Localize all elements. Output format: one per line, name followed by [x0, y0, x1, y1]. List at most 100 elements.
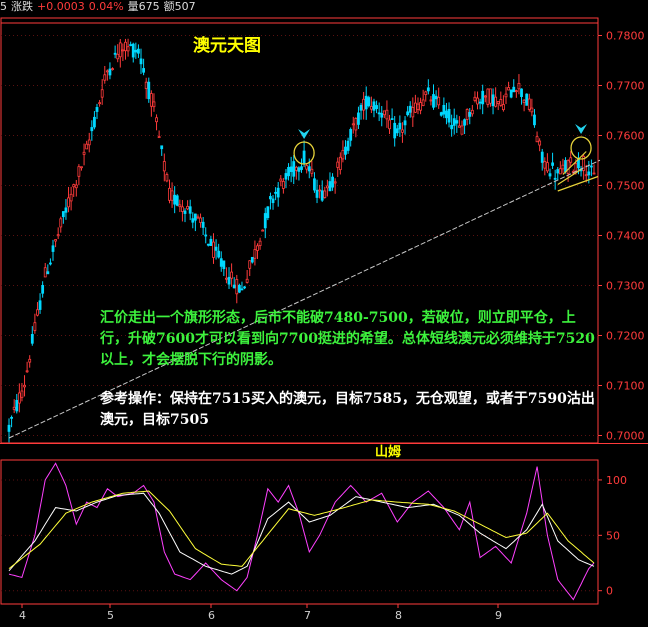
candle-body: [85, 143, 89, 150]
candle-body: [561, 164, 565, 170]
candlestick: [12, 399, 16, 414]
candlestick: [478, 98, 482, 110]
candlestick: [266, 206, 270, 221]
x-tick-label: 8: [395, 609, 402, 622]
candle-body: [162, 161, 166, 172]
candlestick: [51, 239, 55, 261]
candlestick: [269, 192, 272, 210]
candle-body: [507, 87, 510, 91]
candle-body: [113, 52, 117, 55]
candle-body: [248, 260, 252, 269]
candlestick: [183, 208, 187, 223]
candle-body: [209, 238, 213, 246]
candle-body: [258, 240, 262, 247]
candle-body: [240, 288, 244, 291]
candlestick: [590, 159, 593, 177]
candlestick: [253, 240, 257, 266]
candlestick: [313, 172, 316, 193]
candlestick: [530, 98, 534, 117]
candle-body: [41, 285, 45, 294]
candlestick: [333, 178, 337, 194]
candle-body: [121, 49, 125, 52]
candlestick: [256, 243, 259, 259]
candlestick: [346, 137, 350, 154]
y-tick-label: 0.7300: [606, 280, 645, 293]
candlestick: [351, 116, 355, 134]
period-prefix: 5: [0, 0, 7, 13]
candlestick: [261, 229, 265, 232]
candle-body: [199, 217, 202, 223]
candle-body: [222, 260, 226, 270]
candlestick: [318, 184, 322, 199]
candlestick: [367, 95, 371, 108]
candle-body: [266, 206, 270, 219]
candle-body: [450, 124, 454, 130]
candlestick: [175, 194, 179, 207]
candlestick: [476, 91, 479, 110]
candlestick: [411, 97, 415, 127]
candlestick: [403, 116, 407, 135]
candle-body: [237, 284, 241, 293]
candlestick: [442, 97, 446, 119]
candle-body: [59, 218, 63, 228]
candlestick: [28, 355, 32, 368]
candlestick: [186, 200, 190, 211]
candle-body: [15, 399, 19, 412]
candle-body: [134, 49, 138, 53]
candle-body: [514, 90, 518, 93]
candlestick: [483, 94, 487, 103]
candlestick: [408, 101, 412, 118]
candle-body: [25, 370, 29, 373]
candle-body: [183, 210, 187, 214]
candle-body: [103, 74, 107, 81]
candle-body: [584, 174, 588, 177]
candlestick: [69, 186, 73, 211]
candlestick: [105, 69, 109, 81]
candle-body: [69, 193, 73, 202]
candlestick: [222, 260, 226, 277]
candlestick: [535, 131, 539, 143]
candle-body: [175, 195, 179, 206]
candlestick: [364, 86, 368, 120]
candlestick: [237, 283, 241, 294]
candle-body: [398, 122, 402, 130]
candlestick: [447, 102, 451, 128]
candle-body: [217, 250, 221, 258]
candle-body: [442, 104, 446, 115]
candlestick: [520, 88, 523, 105]
candlestick: [64, 199, 68, 220]
candle-body: [181, 206, 184, 212]
candlestick: [377, 102, 381, 122]
candle-body: [168, 187, 171, 201]
candlestick: [305, 163, 309, 174]
candle-body: [522, 99, 526, 103]
candlestick: [263, 207, 267, 239]
candlestick: [538, 138, 542, 152]
candle-body: [447, 108, 451, 123]
candle-body: [74, 184, 78, 189]
candle-body: [439, 112, 443, 116]
candle-body: [362, 98, 366, 111]
candlestick: [491, 88, 495, 115]
candlestick: [134, 42, 138, 59]
quote-status-bar: 5 涨跌 +0.0003 0.04% 量675 额507: [0, 0, 648, 16]
candlestick: [7, 418, 11, 443]
candlestick: [178, 199, 182, 213]
candle-body: [390, 118, 394, 121]
candlestick: [450, 114, 454, 137]
candlestick: [100, 79, 104, 105]
indicator-line: [8, 492, 595, 575]
candle-body: [10, 416, 13, 419]
candle-body: [149, 93, 153, 107]
candlestick: [429, 96, 433, 106]
candlestick: [235, 274, 239, 304]
candlestick: [281, 177, 285, 194]
candle-body: [100, 89, 104, 98]
candle-body: [201, 221, 205, 228]
candlestick: [30, 326, 34, 346]
candle-body: [388, 119, 391, 130]
x-tick-label: 4: [19, 609, 26, 622]
candle-body: [77, 166, 81, 177]
candlestick: [470, 105, 474, 117]
candlestick: [354, 117, 358, 138]
